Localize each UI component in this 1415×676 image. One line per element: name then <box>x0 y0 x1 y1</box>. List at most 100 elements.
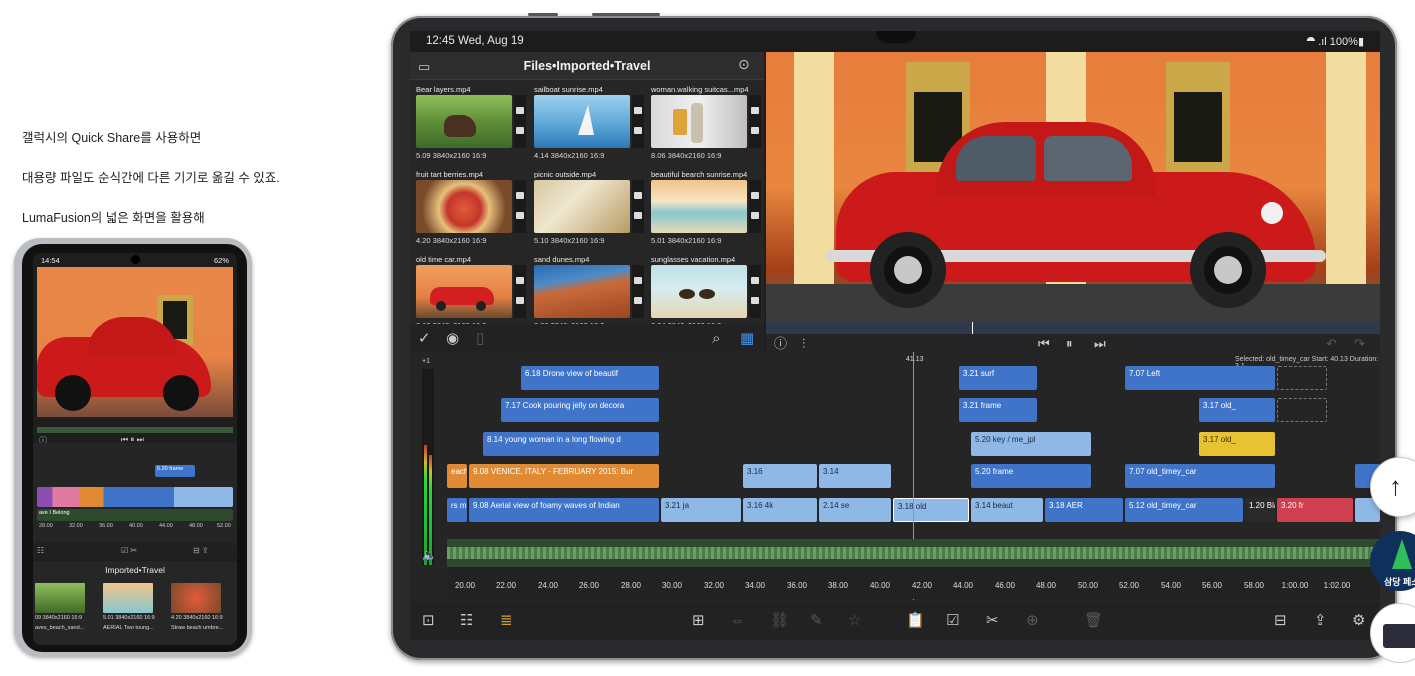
timeline[interactable]: +1 41.13 Selected: old_timey_car Start: … <box>410 352 1380 602</box>
clip-name: picnic outside.mp4 <box>534 170 597 179</box>
phone-video-viewer[interactable] <box>37 267 233 417</box>
timeline-clip[interactable]: 5.20 frame <box>971 464 1091 488</box>
timeline-ruler[interactable]: 20.00 22.00 24.00 26.00 28.00 30.00 32.0… <box>447 567 1380 599</box>
media-clip[interactable]: Bear layers.mp4 5.09 3840x2160 16:9 <box>416 83 528 167</box>
ruler-tick: 54.00 <box>1160 581 1182 590</box>
media-clip[interactable]: beautiful bearch sunrise.mp4 5.01 3840x2… <box>651 168 763 252</box>
share-icon[interactable]: ⊟ ⇪ <box>193 546 209 555</box>
timeline-clip[interactable]: rs m <box>447 498 467 522</box>
tablet-button <box>592 13 660 16</box>
more-options-icon[interactable]: ⊙ <box>738 57 750 72</box>
phone-timeline-track[interactable] <box>37 487 233 507</box>
waveform-icon[interactable]: ⫶ <box>802 336 805 351</box>
skip-forward-icon[interactable]: ⏭ <box>1094 336 1106 351</box>
video-viewer[interactable] <box>766 52 1380 322</box>
skip-back-icon[interactable]: ⏮ <box>1038 336 1050 351</box>
check-circle-icon[interactable]: ✓ <box>418 331 431 346</box>
delete-icon[interactable]: 🗑 <box>1084 613 1103 628</box>
ruler-tick: 56.00 <box>1201 581 1223 590</box>
placeholder-clip[interactable] <box>1277 366 1327 390</box>
timeline-clip[interactable]: 3.20 fr <box>1277 498 1353 522</box>
phone-audio-track[interactable]: ave I Belong <box>37 509 233 521</box>
timeline-clip[interactable]: 7.07 old_timey_car <box>1125 464 1275 488</box>
cut-icon[interactable]: ✂ <box>986 613 999 628</box>
record-icon[interactable]: ◉ <box>446 331 459 346</box>
clip-badges <box>749 180 761 233</box>
ruler-tick: 44.00 <box>952 581 974 590</box>
ruler-tick: 34.00 <box>744 581 766 590</box>
media-clip[interactable]: woman.walking suitcas...mp4 8.06 3840x21… <box>651 83 763 167</box>
timeline-clip[interactable]: 6.18 Drone view of beautif <box>521 366 659 390</box>
phone-clip-name: aves_beach_sand... <box>35 625 85 631</box>
ruler-tick: 50.00 <box>1077 581 1099 590</box>
info-icon[interactable]: ⓘ <box>774 336 787 351</box>
cut-icon[interactable]: ☑ ✂ <box>121 546 137 555</box>
timeline-clip[interactable]: 5.20 key / me_jpl <box>971 432 1091 456</box>
audio-scrub-bar[interactable] <box>766 322 1380 334</box>
phone-clip-thumbnail[interactable] <box>35 583 85 613</box>
redo-icon[interactable]: ↷ <box>1354 336 1365 351</box>
undo-icon[interactable]: ↶ <box>1326 336 1337 351</box>
timeline-clip[interactable]: 3.21 frame <box>959 398 1037 422</box>
list-view-icon[interactable]: ☷ <box>460 613 473 628</box>
tablet-screen: 12:45 Wed, Aug 19 ⯊ .ıl 100%▮ ▭ Files•Im… <box>410 31 1380 640</box>
clip-thumbnail <box>534 265 630 318</box>
link-icon[interactable]: ⛓ <box>770 613 789 628</box>
phone-clip-thumbnail[interactable] <box>103 583 153 613</box>
clipboard-icon[interactable]: 📋 <box>906 613 925 628</box>
timeline-clip[interactable]: 5.12 old_timey_car <box>1125 498 1243 522</box>
timeline-clip[interactable]: 1.20 Bla <box>1245 498 1275 522</box>
track-layout-icon[interactable]: ≣ <box>500 613 513 628</box>
media-clip[interactable]: sailboat sunrise.mp4 4.14 3840x2160 16:9 <box>534 83 646 167</box>
phone-clip-thumbnail[interactable] <box>171 583 221 613</box>
timeline-clip[interactable]: 3.14 beaut <box>971 498 1043 522</box>
timeline-clip[interactable]: 3.14 <box>819 464 891 488</box>
list-view-icon[interactable]: ☷ <box>37 546 44 555</box>
timeline-clip[interactable]: 3.21 surf <box>959 366 1037 390</box>
trash-icon[interactable]: ▯ <box>476 331 484 346</box>
phone-timeline-clip[interactable]: 5.20 frame <box>155 465 195 477</box>
trim-icon[interactable]: ⇔ <box>730 613 745 628</box>
timeline-clip[interactable]: 7.07 Left <box>1125 366 1275 390</box>
volume-icon[interactable]: 🔈 <box>422 548 437 563</box>
phone-timeline[interactable]: 5.20 frame ave I Belong 28.00 32.00 36.0… <box>33 443 237 543</box>
placeholder-clip[interactable] <box>1277 398 1327 422</box>
selected-clip[interactable]: 3.18 old <box>893 498 969 522</box>
timeline-clip[interactable]: 3.16 4k <box>743 498 817 522</box>
clip-badges <box>514 95 526 148</box>
media-clip[interactable]: fruit tart berries.mp4 4.20 3840x2160 16… <box>416 168 528 252</box>
timeline-clip[interactable]: 9.08 Aerial view of foamy waves of India… <box>469 498 659 522</box>
add-icon[interactable]: ⊕ <box>1026 613 1039 628</box>
timeline-clip[interactable]: 7.17 Cook pouring jelly on decora <box>501 398 659 422</box>
clip-badges <box>749 265 761 318</box>
layout-icon[interactable]: ⊟ <box>1274 613 1287 628</box>
ruler-tick: 40.00 <box>129 523 143 529</box>
settings-gear-icon[interactable]: ⚙ <box>1352 613 1365 628</box>
media-clip[interactable]: picnic outside.mp4 5.10 3840x2160 16:9 <box>534 168 646 252</box>
phone-status-time: 14:54 <box>41 256 60 265</box>
ruler-tick: 22.00 <box>495 581 517 590</box>
browser-view-icon[interactable]: ▦ <box>740 331 754 346</box>
edit-pencil-icon[interactable]: ✎ <box>810 613 823 628</box>
timeline-clip[interactable]: 3.16 <box>743 464 817 488</box>
clip-name: beautiful bearch sunrise.mp4 <box>651 170 748 179</box>
add-clip-icon[interactable]: ⊞ <box>692 613 705 628</box>
audio-track[interactable] <box>447 539 1380 567</box>
favorite-icon[interactable]: ☆ <box>848 613 861 628</box>
timeline-clip[interactable]: 3.18 AER <box>1045 498 1123 522</box>
phone-scrub-bar[interactable] <box>37 427 233 433</box>
search-icon[interactable]: ⌕ <box>712 331 720 346</box>
ruler-tick: 28.00 <box>39 523 53 529</box>
timeline-clip[interactable]: 8.14 young woman in a long flowing d <box>483 432 659 456</box>
timeline-clip[interactable]: 3.17 old_ <box>1199 398 1275 422</box>
import-icon[interactable]: ⊡ <box>422 613 435 628</box>
timeline-clip[interactable]: each <box>447 464 467 488</box>
pause-icon[interactable]: ⏸ <box>1066 336 1073 351</box>
timeline-clip[interactable]: 3.21 ja <box>661 498 741 522</box>
share-icon[interactable]: ⇪ <box>1314 613 1327 628</box>
select-check-icon[interactable]: ☑ <box>946 613 959 628</box>
timeline-clip[interactable]: 2.14 se <box>819 498 891 522</box>
timeline-clip[interactable]: 9.08 VENICE, ITALY - FEBRUARY 2015: Bur <box>469 464 659 488</box>
timeline-clip[interactable]: 3.17 old_ <box>1199 432 1275 456</box>
clip-meta: 4.20 3840x2160 16:9 <box>416 236 487 245</box>
